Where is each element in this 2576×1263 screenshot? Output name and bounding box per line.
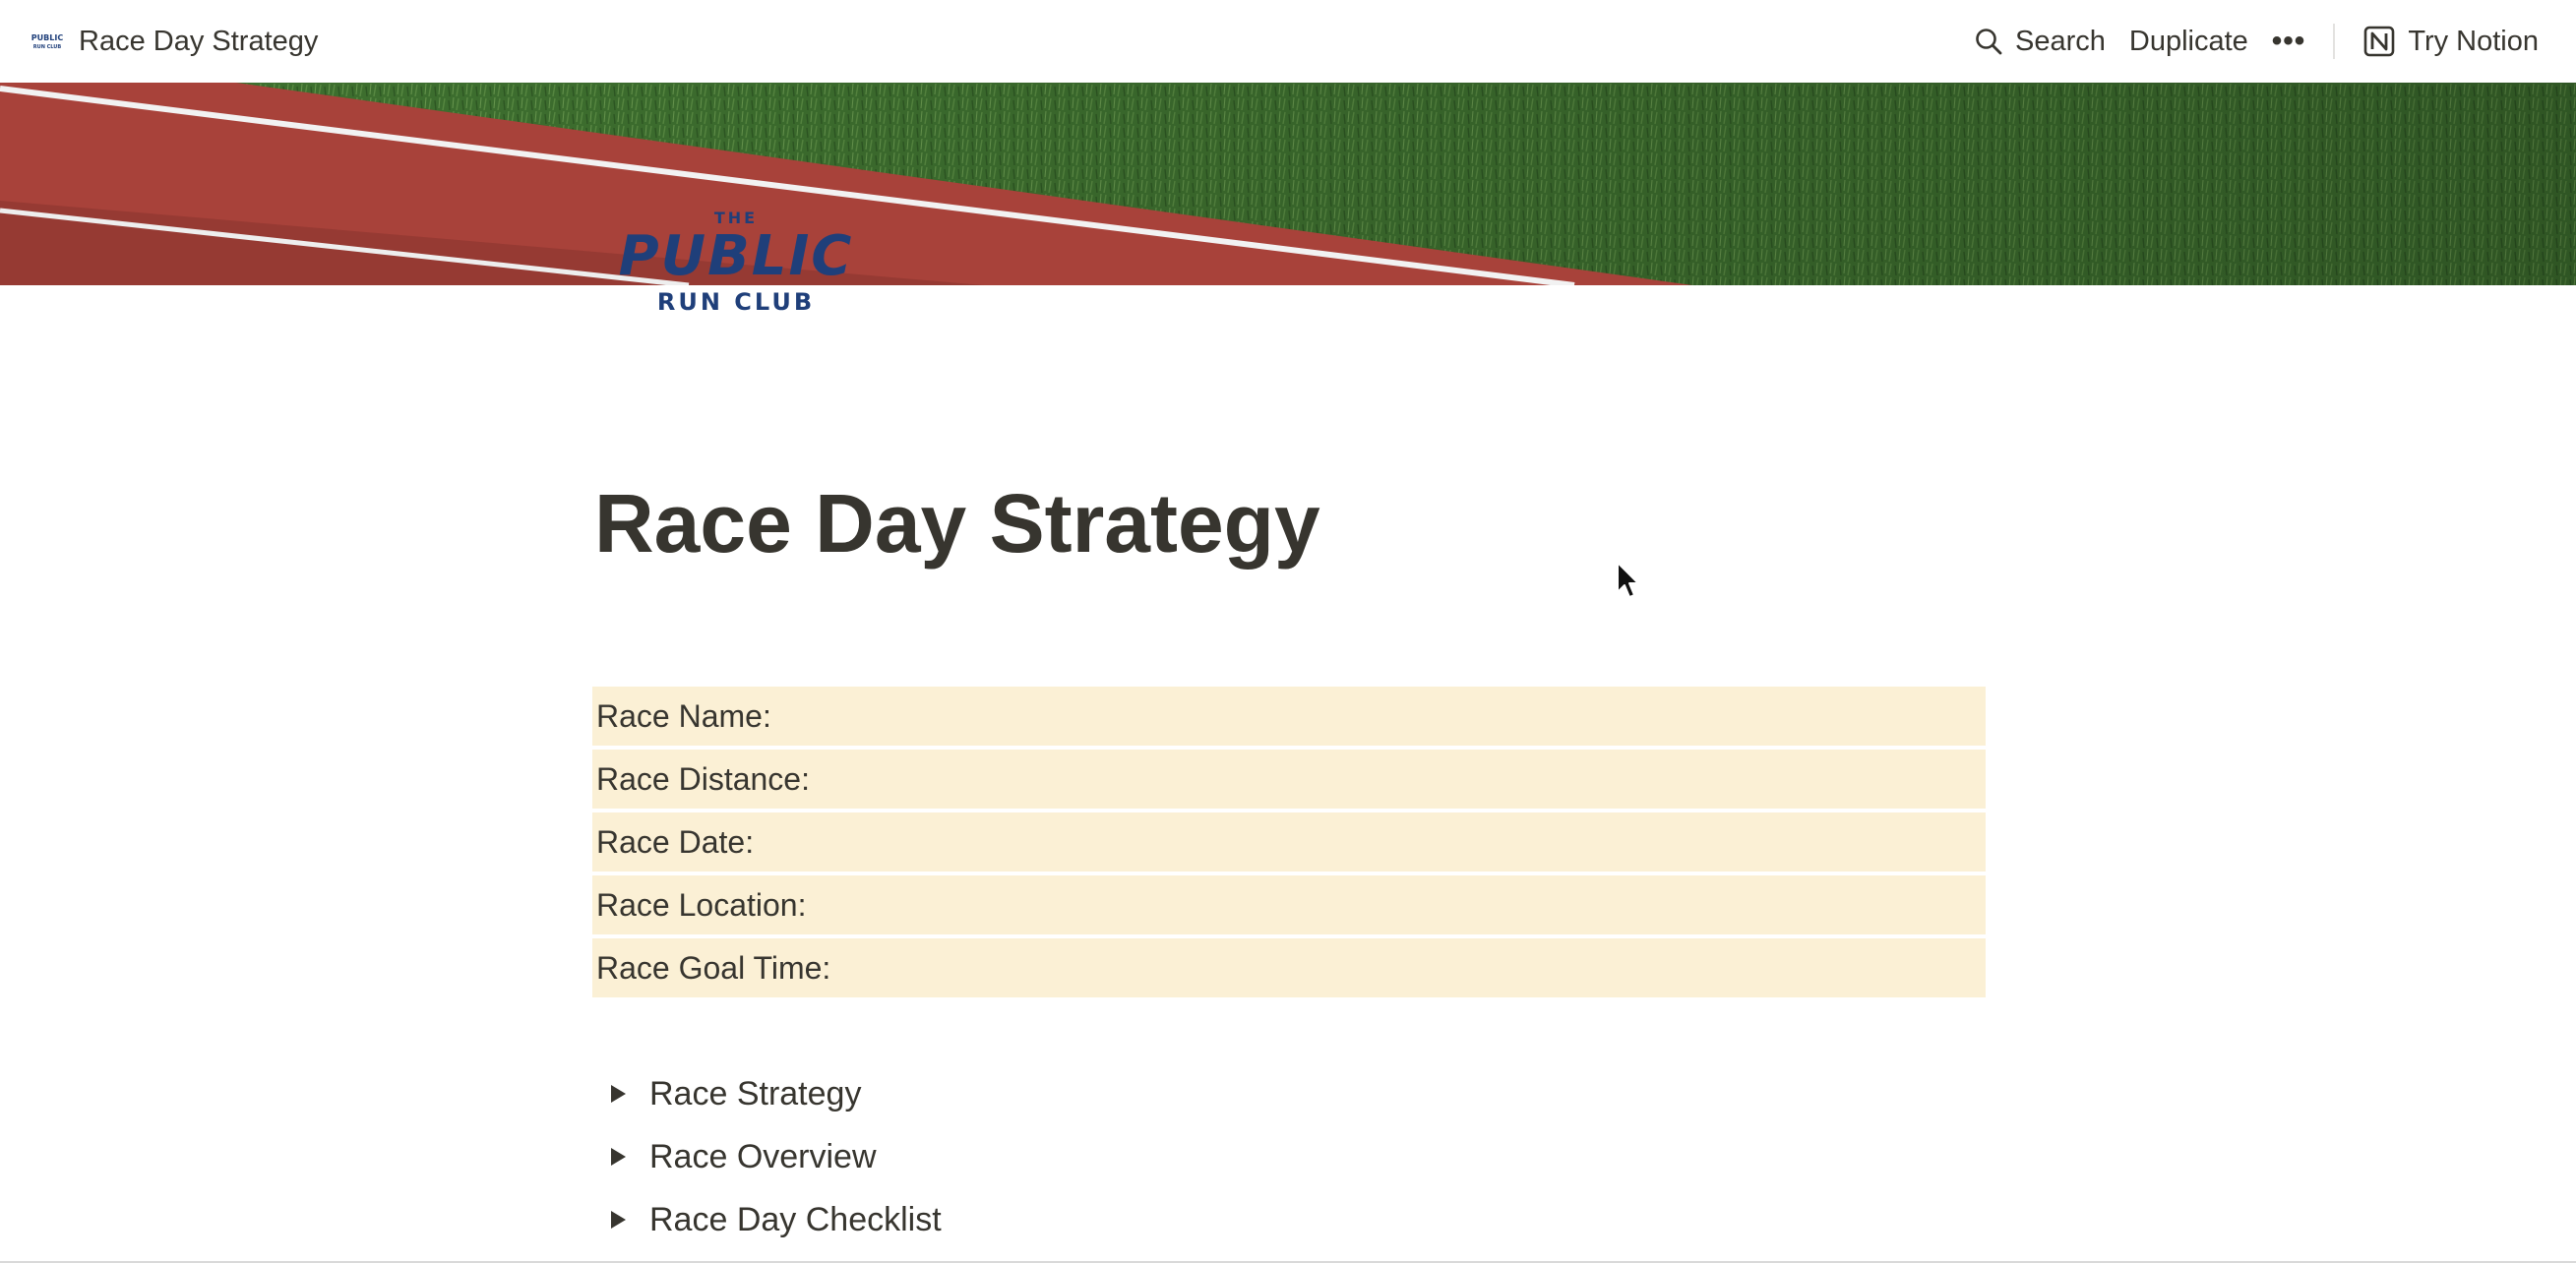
- toggle-list: Race Strategy Race Overview Race Day Che…: [594, 1062, 1972, 1251]
- race-goal-time-row[interactable]: Race Goal Time:: [592, 938, 1986, 997]
- toggle-label: Race Strategy: [649, 1074, 862, 1113]
- race-location-row[interactable]: Race Location:: [592, 875, 1986, 934]
- race-name-label: Race Name:: [596, 697, 771, 734]
- search-label: Search: [2015, 25, 2106, 57]
- race-date-row[interactable]: Race Date:: [592, 812, 1986, 872]
- breadcrumb-page-title[interactable]: Race Day Strategy: [79, 26, 318, 58]
- mouse-cursor-icon: [1616, 561, 1641, 605]
- svg-text:RUN CLUB: RUN CLUB: [33, 44, 62, 50]
- race-location-label: Race Location:: [596, 886, 807, 923]
- race-name-row[interactable]: Race Name:: [592, 687, 1986, 746]
- race-info-callouts: Race Name: Race Distance: Race Date: Rac…: [592, 687, 1986, 1001]
- page-title[interactable]: Race Day Strategy: [594, 474, 1320, 573]
- try-notion-button[interactable]: Try Notion: [2351, 17, 2550, 66]
- toggle-race-overview[interactable]: Race Overview: [594, 1125, 1972, 1188]
- notion-logo-icon: [2362, 25, 2396, 58]
- svg-text:PUBLIC: PUBLIC: [619, 224, 854, 288]
- search-button[interactable]: Search: [1962, 18, 2117, 66]
- try-notion-label: Try Notion: [2408, 25, 2539, 57]
- race-date-label: Race Date:: [596, 823, 755, 860]
- svg-text:PUBLIC: PUBLIC: [31, 33, 64, 42]
- race-distance-label: Race Distance:: [596, 760, 810, 797]
- toggle-triangle-icon[interactable]: [594, 1125, 642, 1188]
- toggle-label: Race Day Checklist: [649, 1200, 942, 1238]
- toggle-triangle-icon[interactable]: [594, 1188, 642, 1251]
- race-distance-row[interactable]: Race Distance:: [592, 750, 1986, 809]
- cover-image: [0, 83, 2576, 285]
- toggle-race-strategy[interactable]: Race Strategy: [594, 1062, 1972, 1125]
- duplicate-button[interactable]: Duplicate: [2117, 18, 2260, 66]
- toggle-race-day-checklist[interactable]: Race Day Checklist: [594, 1188, 1972, 1251]
- race-goal-time-label: Race Goal Time:: [596, 949, 831, 986]
- public-run-club-favicon-icon: PUBLIC RUN CLUB: [30, 29, 65, 54]
- toggle-triangle-icon[interactable]: [594, 1062, 642, 1125]
- search-icon: [1974, 27, 2003, 56]
- topbar: PUBLIC RUN CLUB Race Day Strategy Search…: [0, 0, 2576, 83]
- toggle-label: Race Overview: [649, 1137, 877, 1175]
- svg-text:RUN CLUB: RUN CLUB: [657, 288, 815, 316]
- topbar-divider: [2333, 24, 2336, 59]
- more-options-button[interactable]: •••: [2260, 17, 2318, 66]
- breadcrumb[interactable]: PUBLIC RUN CLUB Race Day Strategy: [30, 26, 319, 58]
- public-run-club-logo: THE PUBLIC RUN CLUB: [610, 202, 866, 330]
